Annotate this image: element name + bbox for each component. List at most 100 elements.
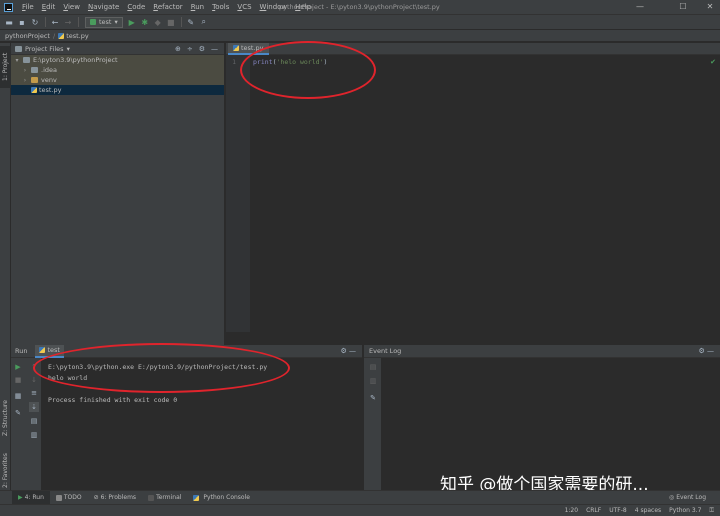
wrench-icon[interactable]: ✎ <box>368 393 378 403</box>
minimize-button[interactable]: — <box>630 1 650 13</box>
chevron-right-icon[interactable]: › <box>21 67 29 74</box>
python-file-icon <box>233 45 239 51</box>
menu-code[interactable]: Code <box>123 3 149 11</box>
tree-root[interactable]: ▾ E:\pyton3.9\pythonProject <box>11 55 224 65</box>
tree-item-label: test.py <box>39 86 62 94</box>
trash-icon[interactable]: ▥ <box>368 376 378 386</box>
breadcrumb: pythonProject / test.py <box>0 30 720 42</box>
locate-icon[interactable]: ⊕ <box>175 45 181 53</box>
menu-vcs[interactable]: VCS <box>233 3 255 11</box>
down-arrow-icon[interactable]: ↓ <box>29 375 39 385</box>
status-bar: 1:20 CRLF UTF-8 4 spaces Python 3.7 ⚿ <box>0 504 720 516</box>
tool-tab-todo[interactable]: TODO <box>50 491 88 505</box>
forward-arrow-icon[interactable]: → <box>62 16 74 28</box>
tree-item-label: venv <box>41 76 57 84</box>
menu-view[interactable]: View <box>59 3 84 11</box>
save-all-icon[interactable]: ▪ <box>16 16 28 28</box>
run-toolbar: ▶ ■ ↑ ↓ ▦ ≡ ✎ ⇣ ▤ ▥ <box>11 358 41 490</box>
back-arrow-icon[interactable]: ← <box>49 16 61 28</box>
tool-tab-label: TODO <box>63 494 82 501</box>
trash-icon[interactable]: ▥ <box>29 430 39 440</box>
close-window-button[interactable]: ✕ <box>700 1 720 13</box>
tool-tab-event-log[interactable]: ◎ Event Log <box>663 491 712 505</box>
run-icon: ▶ <box>18 494 23 501</box>
project-panel-header: Project Files ▾ ⊕ ÷ ⚙ — <box>11 43 224 55</box>
stop-icon[interactable]: ■ <box>13 375 23 385</box>
menu-tools[interactable]: Tools <box>208 3 233 11</box>
gear-icon[interactable]: ⚙ <box>199 45 205 53</box>
tree-item-label: .idea <box>41 66 57 74</box>
tool-tab-label: Python Console <box>203 494 250 501</box>
project-view-select[interactable]: Project Files <box>25 45 64 53</box>
menu-run[interactable]: Run <box>187 3 208 11</box>
editor-gutter: 1 <box>226 55 250 332</box>
tool-tab-terminal[interactable]: Terminal <box>142 491 187 505</box>
python-file-icon <box>58 32 65 39</box>
chevron-down-icon[interactable]: ▾ <box>13 57 21 64</box>
event-log-header: Event Log ⚙ — <box>364 345 720 358</box>
file-encoding[interactable]: UTF-8 <box>609 507 627 514</box>
menu-edit[interactable]: Edit <box>38 3 60 11</box>
menu-navigate[interactable]: Navigate <box>84 3 123 11</box>
run-icon[interactable]: ▶ <box>126 16 138 28</box>
project-tool-tab[interactable]: 1: Project <box>0 46 11 88</box>
python-interpreter[interactable]: Python 3.7 <box>669 507 701 514</box>
soft-wrap-icon[interactable]: ≡ <box>29 388 39 398</box>
search-icon[interactable]: ⌕ <box>198 16 210 28</box>
chevron-down-icon[interactable]: ▾ <box>67 45 70 53</box>
event-log-title: Event Log <box>369 347 402 355</box>
pin-icon[interactable]: ✎ <box>13 408 23 418</box>
run-config-label: test <box>99 18 112 26</box>
console-line: Process finished with exit code 0 <box>48 396 178 404</box>
cursor-position[interactable]: 1:20 <box>565 507 578 514</box>
gear-icon[interactable]: ⚙ — <box>340 347 356 355</box>
todo-icon <box>55 494 62 501</box>
tool-tab-problems[interactable]: ⊘ 6: Problems <box>88 491 142 505</box>
tree-item-test-py[interactable]: test.py <box>11 85 224 95</box>
indent-setting[interactable]: 4 spaces <box>635 507 661 514</box>
tool-window-bar: ▶ 4: Run TODO ⊘ 6: Problems Terminal Pyt… <box>0 490 720 505</box>
debug-icon[interactable]: ✱ <box>139 16 151 28</box>
breadcrumb-project[interactable]: pythonProject <box>5 32 50 40</box>
inspection-ok-icon[interactable]: ✔ <box>710 58 716 66</box>
chevron-right-icon[interactable]: › <box>21 77 29 84</box>
mark-read-icon[interactable]: ▤ <box>368 362 378 372</box>
scroll-to-end-icon[interactable]: ⇣ <box>29 402 39 412</box>
layout-icon[interactable]: ▦ <box>13 391 23 401</box>
gear-icon[interactable]: ⚙ — <box>698 347 714 355</box>
print-icon[interactable]: ▤ <box>29 416 39 426</box>
tool-tab-label: 4: Run <box>24 494 44 501</box>
toolbar-divider <box>45 17 46 27</box>
collapse-icon[interactable]: ÷ <box>187 45 193 53</box>
stop-icon[interactable]: ■ <box>165 16 177 28</box>
structure-tool-tab[interactable]: Z: Structure <box>0 393 11 443</box>
python-file-icon <box>39 347 46 353</box>
python-config-icon <box>90 19 96 25</box>
menu-refactor[interactable]: Refactor <box>149 3 186 11</box>
tool-tab-run[interactable]: ▶ 4: Run <box>12 490 50 505</box>
menu-file[interactable]: File <box>18 3 38 11</box>
tree-item-venv[interactable]: › venv <box>11 75 224 85</box>
sync-icon[interactable]: ↻ <box>29 16 41 28</box>
breadcrumb-separator: / <box>52 31 56 40</box>
line-separator[interactable]: CRLF <box>586 507 601 514</box>
breadcrumb-file[interactable]: test.py <box>66 32 89 40</box>
folder-icon <box>31 67 38 73</box>
tool-tab-label: 6: Problems <box>100 494 137 501</box>
run-configuration-select[interactable]: test ▾ <box>85 16 123 28</box>
tool-tab-label: Event Log <box>676 494 706 501</box>
python-file-icon <box>31 87 37 93</box>
maximize-button[interactable]: ☐ <box>673 1 693 13</box>
folder-icon <box>15 45 22 52</box>
open-folder-icon[interactable]: ▬ <box>3 16 15 28</box>
tree-item-idea[interactable]: › .idea <box>11 65 224 75</box>
hide-icon[interactable]: — <box>211 45 218 53</box>
lock-icon[interactable]: ⚿ <box>709 507 714 515</box>
folder-icon <box>31 77 38 83</box>
favorites-tool-tab[interactable]: 2: Favorites <box>0 448 11 493</box>
coverage-icon[interactable]: ◆ <box>152 16 164 28</box>
wrench-icon[interactable]: ✎ <box>185 16 197 28</box>
tool-tab-python-console[interactable]: Python Console <box>187 491 256 505</box>
window-title: pythonProject - E:\pyton3.9\pythonProjec… <box>279 3 440 11</box>
rerun-icon[interactable]: ▶ <box>13 362 23 372</box>
